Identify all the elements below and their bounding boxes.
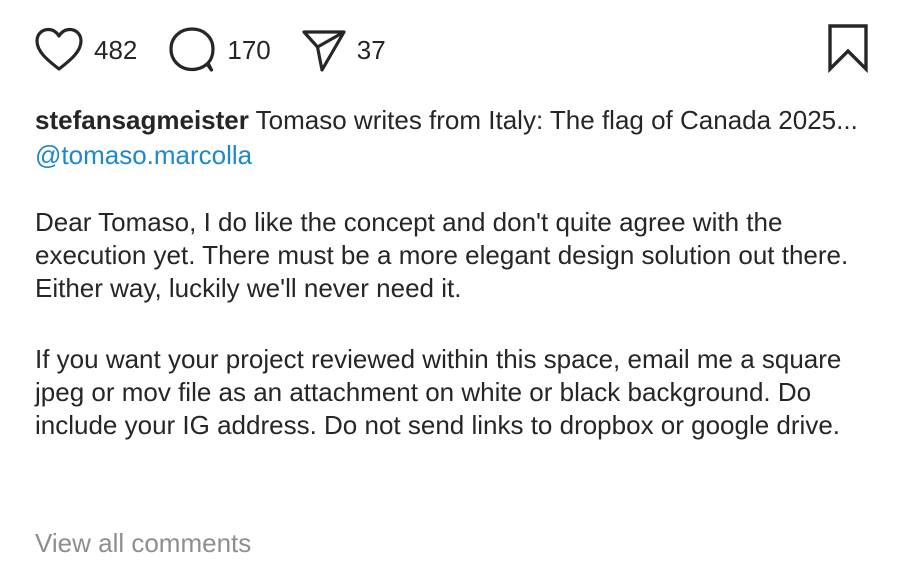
share-button[interactable]: 37 bbox=[301, 27, 386, 73]
paper-plane-icon bbox=[301, 27, 347, 73]
view-all-comments-link[interactable]: View all comments bbox=[35, 528, 251, 559]
author-username[interactable]: stefansagmeister bbox=[35, 105, 249, 135]
comment-bubble-icon bbox=[167, 26, 217, 74]
caption-intro: stefansagmeister Tomaso writes from Ital… bbox=[35, 104, 875, 137]
bookmark-icon bbox=[826, 23, 870, 78]
comment-button[interactable]: 170 bbox=[167, 26, 271, 74]
share-count: 37 bbox=[356, 34, 386, 65]
comment-count: 170 bbox=[227, 34, 271, 65]
post-actions-bar: 482 170 37 bbox=[34, 23, 870, 78]
heart-icon bbox=[34, 27, 84, 73]
save-button[interactable] bbox=[826, 23, 870, 78]
caption-text: Tomaso writes from Italy: The flag of Ca… bbox=[255, 105, 858, 135]
caption-paragraph-1: Dear Tomaso, I do like the concept and d… bbox=[35, 207, 849, 303]
post-caption: stefansagmeister Tomaso writes from Ital… bbox=[35, 104, 875, 442]
caption-paragraph-2: If you want your project reviewed within… bbox=[35, 344, 842, 440]
like-button[interactable]: 482 bbox=[34, 27, 137, 73]
user-mention-link[interactable]: @tomaso.marcolla bbox=[35, 139, 875, 172]
like-count: 482 bbox=[94, 34, 138, 65]
